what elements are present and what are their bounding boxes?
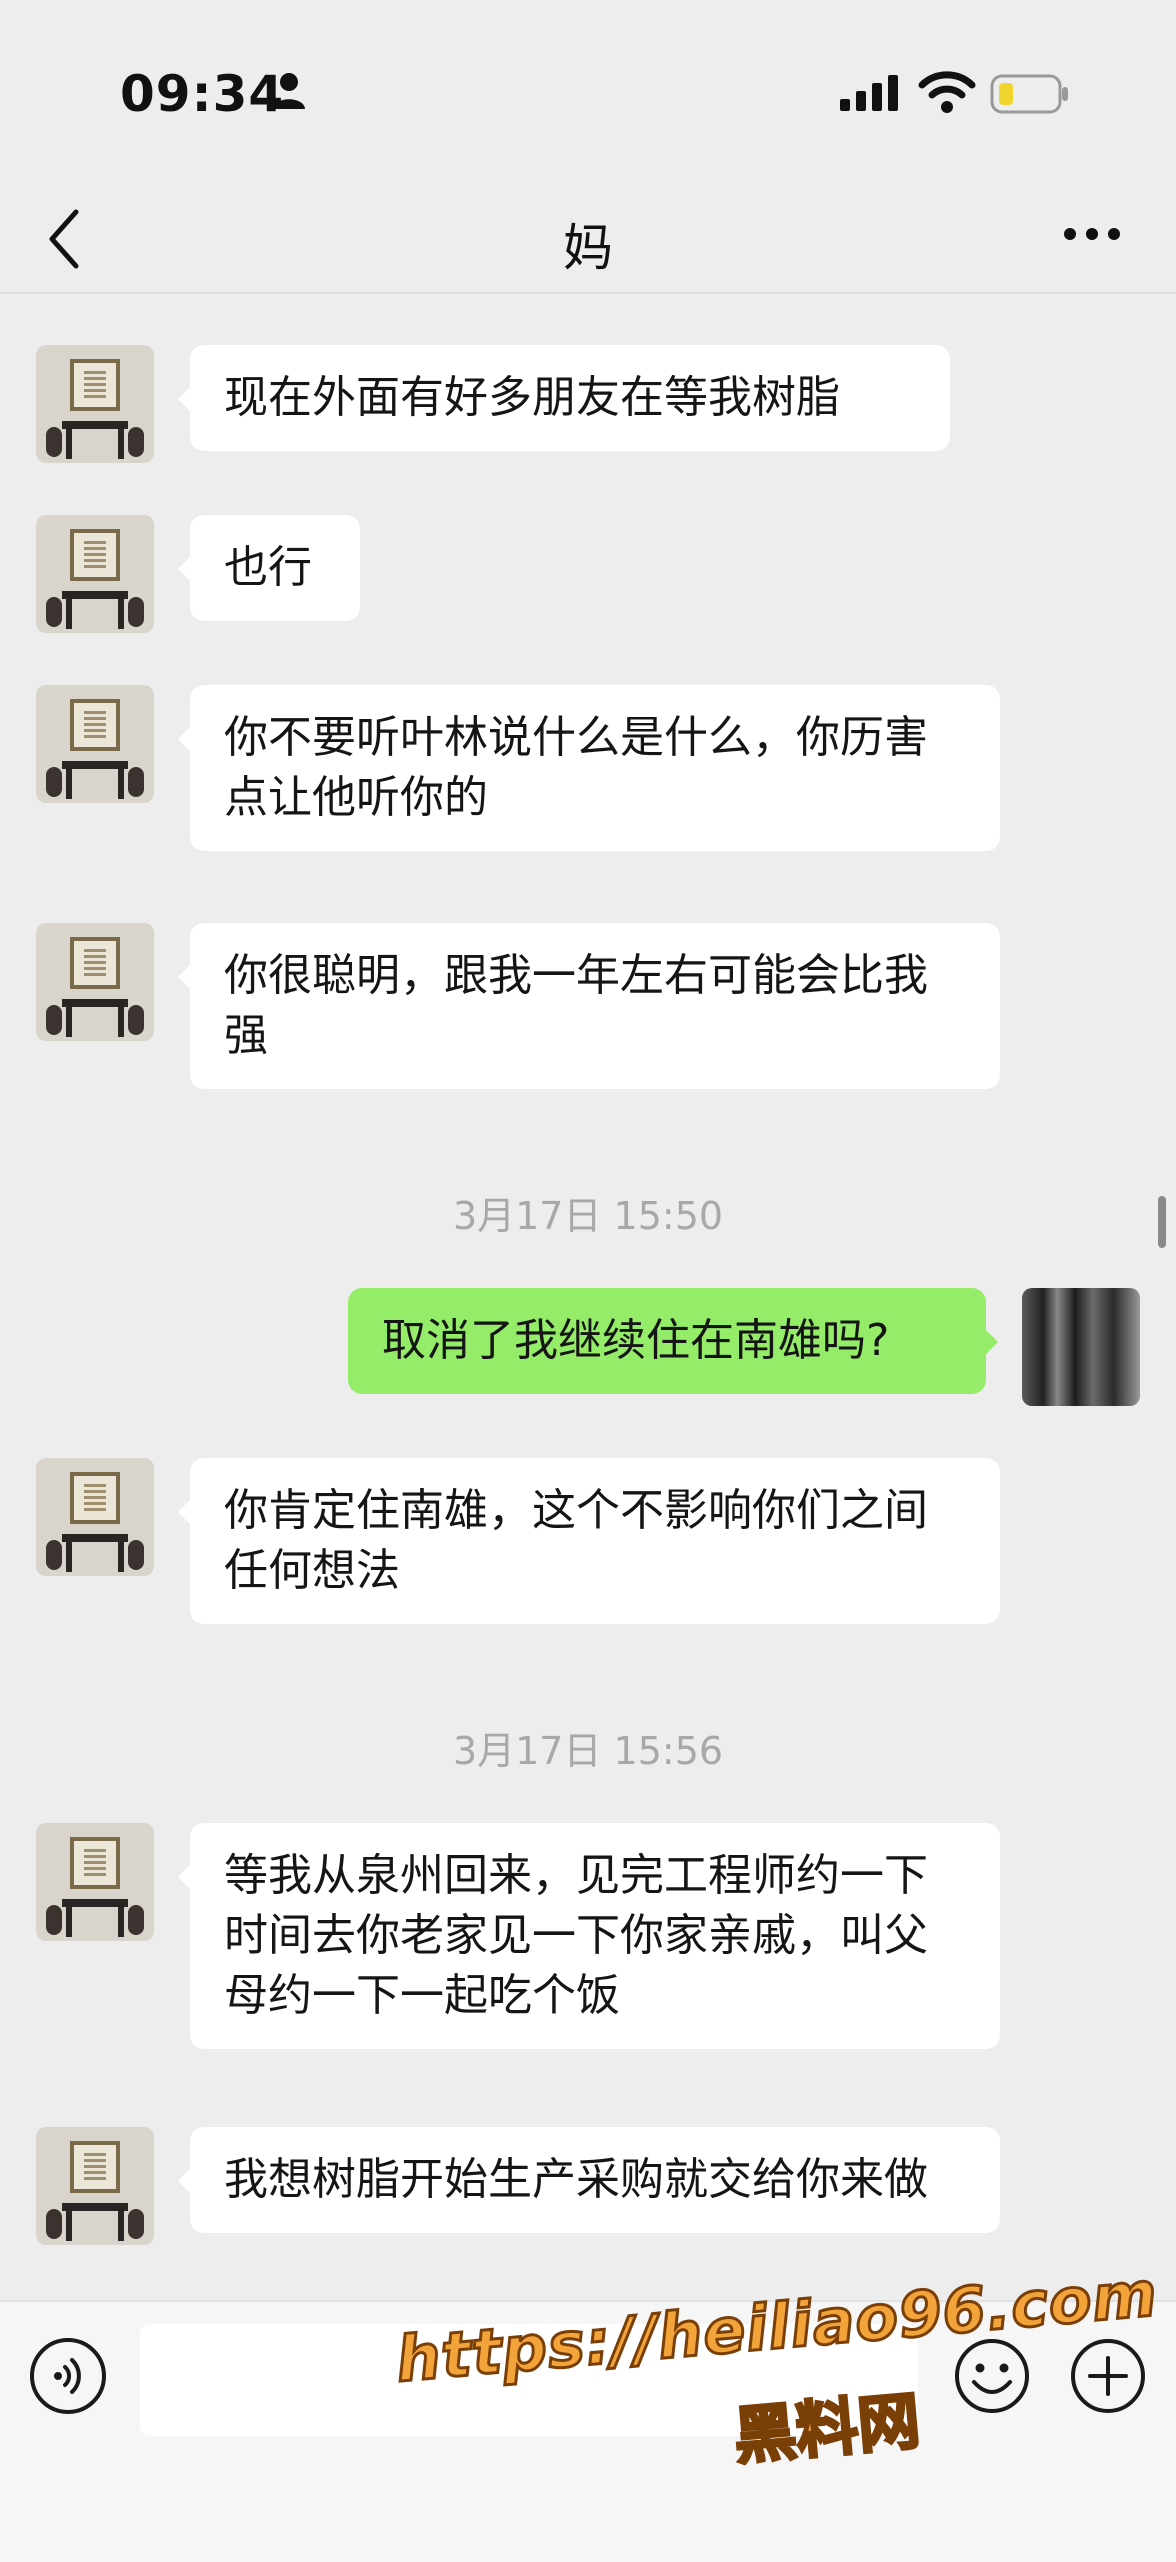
scrollbar[interactable] (1158, 1196, 1166, 1248)
contact-avatar[interactable] (36, 685, 154, 803)
battery-icon (990, 74, 1068, 114)
wifi-icon (918, 71, 976, 113)
person-icon (273, 73, 305, 109)
message-bubble[interactable]: 我想树脂开始生产采购就交给你来做 (178, 2127, 1000, 2233)
voice-input-button[interactable] (30, 2338, 106, 2414)
voice-icon (54, 2358, 81, 2394)
contact-avatar[interactable] (36, 923, 154, 1041)
contact-avatar[interactable] (36, 515, 154, 633)
header-divider (0, 292, 1176, 294)
contact-avatar[interactable] (36, 345, 154, 463)
message-bubble[interactable]: 现在外面有好多朋友在等我树脂 (178, 345, 950, 451)
watermark-site-name: 黑料网 (730, 2383, 925, 2475)
chat-title: 妈 (563, 219, 613, 277)
watermark-url: https://heiliao96.com (392, 2255, 1162, 2397)
sent-message-bubble[interactable]: 取消了我继续住在南雄吗? (348, 1288, 998, 1394)
status-time: 09:34 (120, 65, 285, 123)
message-timestamp: 3月17日 15:50 (452, 1194, 724, 1238)
user-avatar[interactable] (1022, 1288, 1140, 1406)
cellular-signal-icon (840, 75, 898, 111)
message-bubble[interactable]: 也行 (178, 515, 360, 621)
status-bar: 09:34 (0, 0, 1176, 190)
message-bubble[interactable]: 你不要听叶林说什么是什么，你历害点让他听你的 (178, 685, 1000, 851)
chat-header: 妈 (0, 190, 1176, 295)
contact-avatar[interactable] (36, 1458, 154, 1576)
contact-avatar[interactable] (36, 1823, 154, 1941)
more-options-icon[interactable] (1062, 226, 1122, 242)
contact-avatar[interactable] (36, 2127, 154, 2245)
message-timestamp: 3月17日 15:56 (452, 1729, 724, 1773)
message-bubble[interactable]: 等我从泉州回来，见完工程师约一下时间去你老家见一下你家亲戚，叫父母约一下一起吃个… (178, 1823, 1000, 2049)
message-bubble[interactable]: 你肯定住南雄，这个不影响你们之间任何想法 (178, 1458, 1000, 1624)
message-bubble[interactable]: 你很聪明，跟我一年左右可能会比我强 (178, 923, 1000, 1089)
